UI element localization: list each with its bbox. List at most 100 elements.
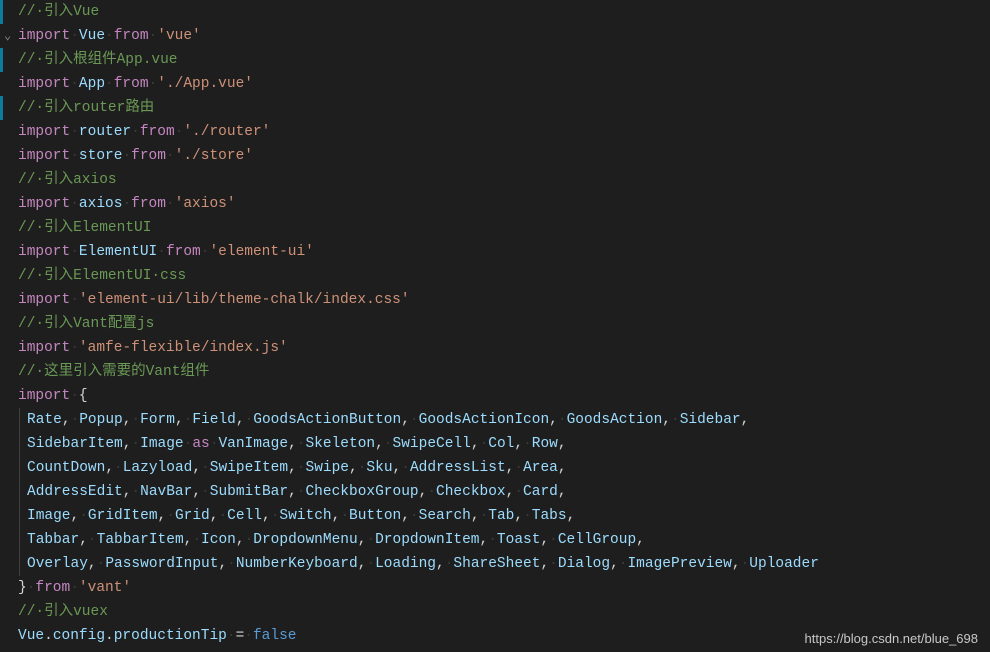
code-content[interactable]: SidebarItem,·Image·as·VanImage,·Skeleton… — [18, 432, 567, 456]
token: · — [166, 148, 175, 164]
code-content[interactable]: Image,·GridItem,·Grid,·Cell,·Switch,·But… — [18, 504, 575, 528]
code-content[interactable]: Tabbar,·TabbarItem,·Icon,·DropdownMenu,·… — [18, 528, 645, 552]
fold-spacer — [4, 312, 18, 336]
code-line[interactable]: //·引入axios — [0, 168, 990, 192]
fold-chevron-icon[interactable]: ⌄ — [4, 24, 14, 48]
token: CellGroup — [558, 532, 636, 548]
code-content[interactable]: //·引入router路由 — [18, 96, 154, 120]
code-line[interactable]: import·ElementUI·from·'element-ui' — [0, 240, 990, 264]
code-line[interactable]: import·{ — [0, 384, 990, 408]
code-content[interactable]: //·引入vuex — [18, 600, 108, 624]
code-line[interactable]: CountDown,·Lazyload,·SwipeItem,·Swipe,·S… — [0, 456, 990, 480]
token: · — [157, 244, 166, 260]
token: Col — [488, 436, 514, 452]
code-content[interactable]: AddressEdit,·NavBar,·SubmitBar,·Checkbox… — [18, 480, 567, 504]
code-line[interactable]: import·'amfe-flexible/index.js' — [0, 336, 990, 360]
code-content[interactable]: import·ElementUI·from·'element-ui' — [18, 240, 314, 264]
token: ,· — [79, 532, 96, 548]
code-line[interactable]: //·引入ElementUI·css — [0, 264, 990, 288]
fold-spacer — [4, 120, 18, 144]
code-line[interactable]: import·axios·from·'axios' — [0, 192, 990, 216]
token: , — [558, 484, 567, 500]
token: { — [79, 388, 88, 404]
code-line[interactable]: Image,·GridItem,·Grid,·Cell,·Switch,·But… — [0, 504, 990, 528]
code-content[interactable]: Vue.config.productionTip·=·false — [18, 624, 296, 648]
token: SwipeItem — [210, 460, 288, 476]
code-line[interactable]: import·'element-ui/lib/theme-chalk/index… — [0, 288, 990, 312]
token: as — [192, 436, 209, 452]
token: Card — [523, 484, 558, 500]
code-content[interactable]: import·{ — [18, 384, 88, 408]
token: DropdownMenu — [253, 532, 357, 548]
token: ,· — [662, 412, 679, 428]
code-content[interactable]: }·from·'vant' — [18, 576, 131, 600]
token: router — [79, 124, 131, 140]
token: ,· — [192, 484, 209, 500]
code-line[interactable]: //·引入router路由 — [0, 96, 990, 120]
token: , — [558, 436, 567, 452]
code-content[interactable]: //·引入根组件App.vue — [18, 48, 178, 72]
code-editor[interactable]: //·引入Vue⌄import·Vue·from·'vue'//·引入根组件Ap… — [0, 0, 990, 648]
token: ,· — [262, 508, 279, 524]
code-content[interactable]: import·App·from·'./App.vue' — [18, 72, 253, 96]
code-line[interactable]: SidebarItem,·Image·as·VanImage,·Skeleton… — [0, 432, 990, 456]
code-content[interactable]: CountDown,·Lazyload,·SwipeItem,·Swipe,·S… — [18, 456, 567, 480]
code-content[interactable]: import·store·from·'./store' — [18, 144, 253, 168]
token: · — [105, 28, 114, 44]
token: . — [105, 628, 114, 644]
code-content[interactable]: import·Vue·from·'vue' — [18, 24, 201, 48]
token: from — [114, 28, 149, 44]
code-content[interactable]: import·'element-ui/lib/theme-chalk/index… — [18, 288, 410, 312]
token: import — [18, 28, 70, 44]
code-content[interactable]: //·引入Vue — [18, 0, 99, 24]
token: import — [18, 292, 70, 308]
token: Uploader — [749, 556, 819, 572]
token: · — [70, 124, 79, 140]
code-line[interactable]: //·引入Vue — [0, 0, 990, 24]
token: , — [741, 412, 750, 428]
indent-guide — [19, 456, 27, 480]
token: · — [70, 76, 79, 92]
code-line[interactable]: Overlay,·PasswordInput,·NumberKeyboard,·… — [0, 552, 990, 576]
code-line[interactable]: ⌄import·Vue·from·'vue' — [0, 24, 990, 48]
code-content[interactable]: import·'amfe-flexible/index.js' — [18, 336, 288, 360]
code-line[interactable]: //·引入Vant配置js — [0, 312, 990, 336]
code-content[interactable]: import·router·from·'./router' — [18, 120, 270, 144]
token: , — [636, 532, 645, 548]
token: import — [18, 244, 70, 260]
token: from — [131, 148, 166, 164]
token: import — [18, 388, 70, 404]
token: //·引入vuex — [18, 604, 108, 620]
code-line[interactable]: import·App·from·'./App.vue' — [0, 72, 990, 96]
code-line[interactable]: import·router·from·'./router' — [0, 120, 990, 144]
token: //·引入Vant配置js — [18, 316, 154, 332]
token: ,· — [540, 532, 557, 548]
code-line[interactable]: //·引入vuex — [0, 600, 990, 624]
token: //·引入ElementUI·css — [18, 268, 186, 284]
code-content[interactable]: //·这里引入需要的Vant组件 — [18, 360, 209, 384]
fold-spacer — [4, 480, 18, 504]
token: · — [70, 28, 79, 44]
code-content[interactable]: //·引入Vant配置js — [18, 312, 154, 336]
code-line[interactable]: }·from·'vant' — [0, 576, 990, 600]
code-content[interactable]: //·引入axios — [18, 168, 117, 192]
code-content[interactable]: //·引入ElementUI·css — [18, 264, 186, 288]
code-content[interactable]: //·引入ElementUI — [18, 216, 151, 240]
code-line[interactable]: Rate,·Popup,·Form,·Field,·GoodsActionBut… — [0, 408, 990, 432]
code-content[interactable]: Rate,·Popup,·Form,·Field,·GoodsActionBut… — [18, 408, 749, 432]
token: · — [122, 196, 131, 212]
token: ,· — [540, 556, 557, 572]
token: Search — [419, 508, 471, 524]
code-content[interactable]: import·axios·from·'axios' — [18, 192, 236, 216]
code-line[interactable]: import·store·from·'./store' — [0, 144, 990, 168]
fold-spacer — [4, 144, 18, 168]
fold-spacer — [4, 288, 18, 312]
code-line[interactable]: AddressEdit,·NavBar,·SubmitBar,·Checkbox… — [0, 480, 990, 504]
code-line[interactable]: Tabbar,·TabbarItem,·Icon,·DropdownMenu,·… — [0, 528, 990, 552]
code-line[interactable]: //·这里引入需要的Vant组件 — [0, 360, 990, 384]
token: ,· — [236, 412, 253, 428]
token: 'amfe-flexible/index.js' — [79, 340, 288, 356]
code-line[interactable]: //·引入根组件App.vue — [0, 48, 990, 72]
code-line[interactable]: //·引入ElementUI — [0, 216, 990, 240]
code-content[interactable]: Overlay,·PasswordInput,·NumberKeyboard,·… — [18, 552, 819, 576]
